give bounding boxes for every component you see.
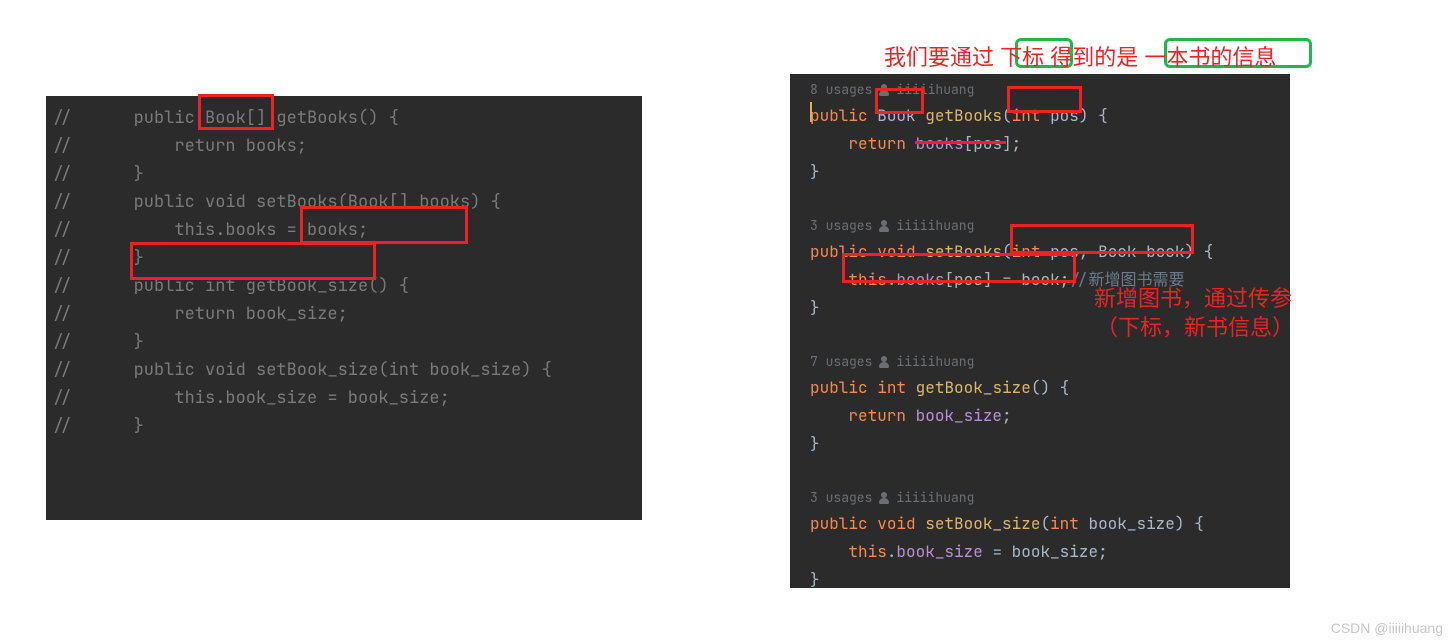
annot-segment: 下标 <box>1000 45 1044 70</box>
code-line: // public void setBooks(Book[] books) { <box>52 188 642 216</box>
code-line: // } <box>52 328 642 356</box>
usages-count: 7 usages <box>810 350 872 374</box>
semi: ; <box>1002 405 1012 426</box>
author-name: iiiiihuang <box>896 486 974 510</box>
person-icon <box>878 356 890 368</box>
code-line: // public Book[] getBooks() { <box>52 104 642 132</box>
kw-public: public <box>810 105 868 126</box>
code-line: return books[pos]; <box>810 130 1290 158</box>
kw-return: return <box>848 133 906 154</box>
field-book-size: book_size <box>896 541 982 562</box>
watermark: CSDN @iiiiihuang <box>1331 620 1443 636</box>
annot-segment: 一本书的信息 <box>1144 45 1276 70</box>
method-name: setBook_size <box>925 513 1040 534</box>
code-line: } <box>810 158 1290 186</box>
kw-this: this <box>848 541 886 562</box>
kw-int: int <box>877 377 906 398</box>
field-books: books <box>896 269 944 290</box>
code-line: // this.book_size = book_size; <box>52 384 642 412</box>
kw-void: void <box>877 241 915 262</box>
code-line: public Book getBooks(int pos) { <box>810 102 1290 130</box>
brace: } <box>810 569 820 590</box>
val: book <box>1021 269 1059 290</box>
code-line: // public void setBook_size(int book_siz… <box>52 356 642 384</box>
text-caret <box>810 102 812 122</box>
kw-public: public <box>810 513 868 534</box>
code-line: } <box>810 430 1290 458</box>
blank-line <box>810 458 1290 486</box>
idx: pos <box>973 133 1002 154</box>
code-line: // } <box>52 412 642 440</box>
code-line: // public int getBook_size() { <box>52 272 642 300</box>
field-book-size: book_size <box>916 405 1002 426</box>
annotation-text: 新增图书，通过传参 <box>1094 281 1292 313</box>
code-line: // return book_size; <box>52 300 642 328</box>
annotation-text: 我们要通过 下标 得到的是 一本书的信息 <box>884 40 1276 72</box>
code-line: // return books; <box>52 132 642 160</box>
kw-int: int <box>1012 241 1041 262</box>
annot-segment: 我们要通过 <box>884 45 994 70</box>
return-type: Book <box>877 105 915 126</box>
param-type-book: Book <box>1098 241 1136 262</box>
kw-int: int <box>1050 513 1079 534</box>
kw-int: int <box>1012 105 1041 126</box>
brace: } <box>810 161 820 182</box>
code-line: // this.books = books; <box>52 216 642 244</box>
idx: pos <box>954 269 983 290</box>
brace: { <box>1194 513 1204 534</box>
kw-public: public <box>810 241 868 262</box>
author-name: iiiiihuang <box>896 214 974 238</box>
code-line: public void setBook_size(int book_size) … <box>810 510 1290 538</box>
brace: } <box>810 433 820 454</box>
left-code-editor: // public Book[] getBooks() { // return … <box>46 96 642 520</box>
param-book-size: book_size <box>1088 513 1174 534</box>
val: book_size <box>1012 541 1098 562</box>
kw-void: void <box>877 513 915 534</box>
author-name: iiiiihuang <box>896 350 974 374</box>
code-line: // } <box>52 160 642 188</box>
param-pos: pos <box>1050 105 1079 126</box>
brace: { <box>1060 377 1070 398</box>
param-pos: pos <box>1050 241 1079 262</box>
method-name: getBook_size <box>916 377 1031 398</box>
code-line: } <box>810 566 1290 594</box>
param-book: book <box>1146 241 1184 262</box>
field-books: books <box>916 133 964 154</box>
eq: = <box>1002 269 1012 290</box>
code-line: return book_size; <box>810 402 1290 430</box>
brace: } <box>810 297 820 318</box>
annot-segment: 得到的是 <box>1050 45 1138 70</box>
usages-count: 3 usages <box>810 214 872 238</box>
kw-return: return <box>848 405 906 426</box>
code-line: public int getBook_size() { <box>810 374 1290 402</box>
blank-line <box>810 186 1290 214</box>
code-line: // } <box>52 244 642 272</box>
kw-public: public <box>810 377 868 398</box>
usages-count: 8 usages <box>810 78 872 102</box>
method-name: getBooks <box>925 105 1002 126</box>
usages-annotation: 3 usages iiiiihuang <box>810 486 1290 510</box>
person-icon <box>878 220 890 232</box>
eq: = <box>992 541 1002 562</box>
usages-count: 3 usages <box>810 486 872 510</box>
code-line: this.book_size = book_size; <box>810 538 1290 566</box>
brace: { <box>1098 105 1108 126</box>
kw-this: this <box>848 269 886 290</box>
method-name: setBooks <box>925 241 1002 262</box>
usages-annotation: 8 usages iiiiihuang <box>810 78 1290 102</box>
usages-annotation: 7 usages iiiiihuang <box>810 350 1290 374</box>
code-line: public void setBooks(int pos, Book book)… <box>810 238 1290 266</box>
annotation-text: （下标，新书信息） <box>1096 310 1294 342</box>
author-name: iiiiihuang <box>896 78 974 102</box>
semi: ; <box>1012 133 1022 154</box>
semi: ; <box>1060 269 1070 290</box>
semi: ; <box>1098 541 1108 562</box>
usages-annotation: 3 usages iiiiihuang <box>810 214 1290 238</box>
person-icon <box>878 492 890 504</box>
person-icon <box>878 84 890 96</box>
brace: { <box>1204 241 1214 262</box>
